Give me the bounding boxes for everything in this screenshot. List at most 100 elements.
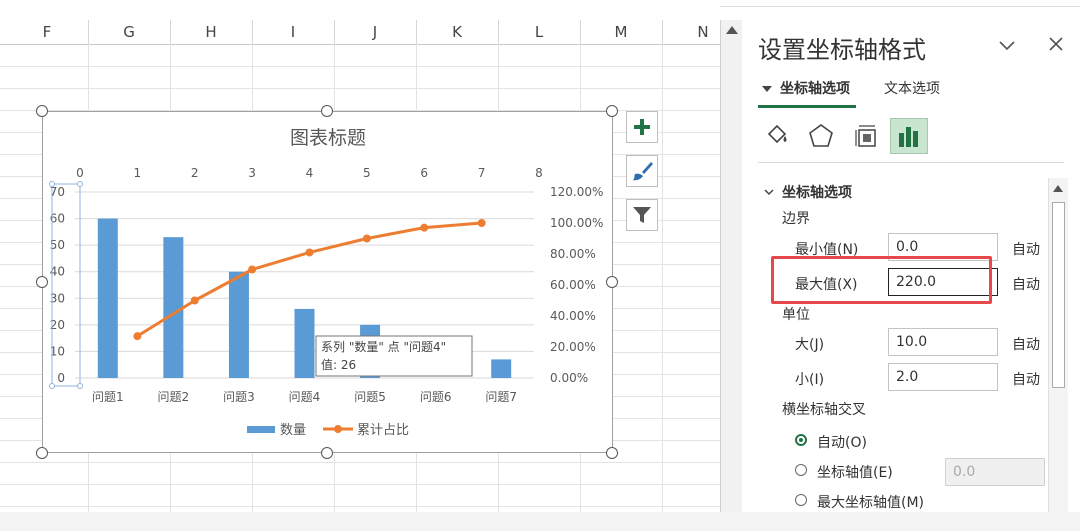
radio-axis-value-label: 坐标轴值(E) (817, 465, 893, 481)
pane-title: 设置坐标轴格式 (758, 36, 926, 64)
x2-tick-label: 8 (535, 166, 543, 180)
column-header-n[interactable]: N (662, 20, 720, 44)
app-window: FGHIJKLMN 图表标题 0 10 20 30 40 50 60 70 0.00% 20.00%… (0, 0, 1080, 531)
axis-selection-handle (77, 383, 83, 389)
line-point-7 (477, 219, 486, 227)
x2-tick-label: 1 (134, 166, 142, 180)
bar-2 (163, 237, 184, 378)
radio-axis-value[interactable] (795, 464, 807, 476)
axis-options-button[interactable] (890, 118, 928, 154)
bar-7 (491, 359, 512, 378)
pane-divider (758, 162, 1064, 163)
size-properties-button[interactable] (848, 118, 886, 154)
chevron-down-icon (764, 185, 774, 201)
y2-tick-label: 0.00% (550, 371, 588, 385)
radio-auto[interactable] (795, 434, 807, 446)
scroll-up-arrow-icon[interactable] (1053, 185, 1063, 192)
axis-selection-handle (77, 181, 83, 187)
column-header-i[interactable]: I (252, 20, 334, 44)
y2-tick-label: 60.00% (550, 278, 596, 292)
section-title-label: 坐标轴选项 (782, 185, 852, 201)
column-header-h[interactable]: H (170, 20, 252, 44)
axis-selection-handle (49, 383, 55, 389)
resize-handle-bottom-right[interactable] (606, 447, 618, 459)
size-properties-icon (855, 125, 876, 147)
paint-bucket-icon (767, 124, 787, 144)
legend-label-line: 累计占比 (357, 423, 409, 438)
category-label: 问题7 (485, 390, 517, 404)
dropdown-triangle-icon (762, 86, 772, 92)
column-header-l[interactable]: L (498, 20, 580, 44)
status-strip (0, 512, 1080, 531)
chart-area[interactable]: 图表标题 0 10 20 30 40 50 60 70 0.00% 20.00% 40.00% 60.0… (42, 111, 613, 453)
header-divider (0, 44, 720, 45)
tab-text-options[interactable]: 文本选项 (884, 78, 940, 98)
radio-max-axis-value[interactable] (795, 494, 807, 506)
category-label: 问题6 (420, 390, 452, 404)
minor-unit-input[interactable]: 2.0 (888, 363, 998, 391)
y-tick-label: 0 (57, 371, 65, 385)
bar-1 (97, 218, 118, 378)
close-icon[interactable] (1048, 36, 1064, 57)
chevron-down-icon[interactable] (998, 36, 1016, 59)
radio-max-axis-value-label: 最大坐标轴值(M) (817, 495, 925, 511)
effects-button[interactable] (802, 118, 840, 154)
x2-tick-label: 5 (363, 166, 371, 180)
y2-tick-label: 120.00% (550, 185, 603, 199)
filter-icon (633, 207, 651, 223)
chart-elements-button[interactable] (626, 111, 658, 143)
grid-row-line (0, 484, 720, 485)
chart-filters-button[interactable] (626, 199, 658, 231)
y2-tick-label: 80.00% (550, 247, 596, 261)
major-auto-button[interactable]: 自动 (1012, 334, 1040, 354)
grid-column-line (662, 44, 663, 512)
units-label: 单位 (782, 307, 810, 323)
resize-handle-bottom[interactable] (321, 447, 333, 459)
x2-tick-label: 7 (478, 166, 486, 180)
paintbrush-icon (633, 162, 653, 181)
legend-label-bars: 数量 (280, 423, 306, 438)
axis-value-input[interactable]: 0.0 (945, 458, 1045, 486)
resize-handle-left[interactable] (36, 276, 48, 288)
category-label: 问题1 (92, 390, 124, 404)
tooltip-line-1: 系列 "数量" 点 "问题4" (321, 339, 446, 354)
legend-swatch-marker (334, 425, 342, 433)
category-label: 问题4 (289, 390, 321, 404)
resize-handle-top-left[interactable] (36, 105, 48, 117)
column-header-k[interactable]: K (416, 20, 498, 44)
bounds-label: 边界 (782, 211, 810, 227)
pareto-chart: 图表标题0102030405060700.00%20.00%40.00%60.0… (49, 127, 603, 438)
x2-tick-label: 2 (191, 166, 199, 180)
resize-handle-top[interactable] (321, 105, 333, 117)
column-header-g[interactable]: G (88, 20, 170, 44)
category-label: 问题5 (354, 390, 386, 404)
column-header-j[interactable]: J (334, 20, 416, 44)
minor-auto-button[interactable]: 自动 (1012, 369, 1040, 389)
grid-row-line (0, 506, 720, 507)
resize-handle-top-right[interactable] (606, 105, 618, 117)
section-header-axis-options[interactable]: 坐标轴选项 (764, 182, 852, 202)
pane-scrollbar[interactable] (1048, 178, 1068, 512)
line-point-4 (305, 248, 314, 257)
category-label: 问题3 (223, 390, 255, 404)
x2-tick-label: 4 (306, 166, 314, 180)
scrollbar-thumb[interactable] (1052, 202, 1065, 388)
resize-handle-bottom-left[interactable] (36, 447, 48, 459)
max-auto-button[interactable]: 自动 (1012, 274, 1040, 294)
fill-line-button[interactable] (758, 118, 796, 154)
major-unit-label: 大(J) (795, 337, 825, 353)
tab-axis-options[interactable]: 坐标轴选项 (762, 78, 850, 98)
sheet-vertical-scrollbar[interactable] (720, 20, 742, 512)
chart-styles-button[interactable] (626, 155, 658, 187)
grid-row-line (0, 66, 720, 67)
resize-handle-right[interactable] (606, 276, 618, 288)
major-unit-input[interactable]: 10.0 (888, 328, 998, 356)
min-auto-button[interactable]: 自动 (1012, 239, 1040, 259)
scroll-up-arrow-icon[interactable] (726, 26, 738, 34)
column-header-m[interactable]: M (580, 20, 662, 44)
x2-tick-label: 6 (420, 166, 428, 180)
column-header-f[interactable]: F (6, 20, 88, 44)
active-tab-indicator (758, 105, 856, 108)
chart-title: 图表标题 (290, 127, 366, 149)
y2-tick-label: 100.00% (550, 216, 603, 230)
